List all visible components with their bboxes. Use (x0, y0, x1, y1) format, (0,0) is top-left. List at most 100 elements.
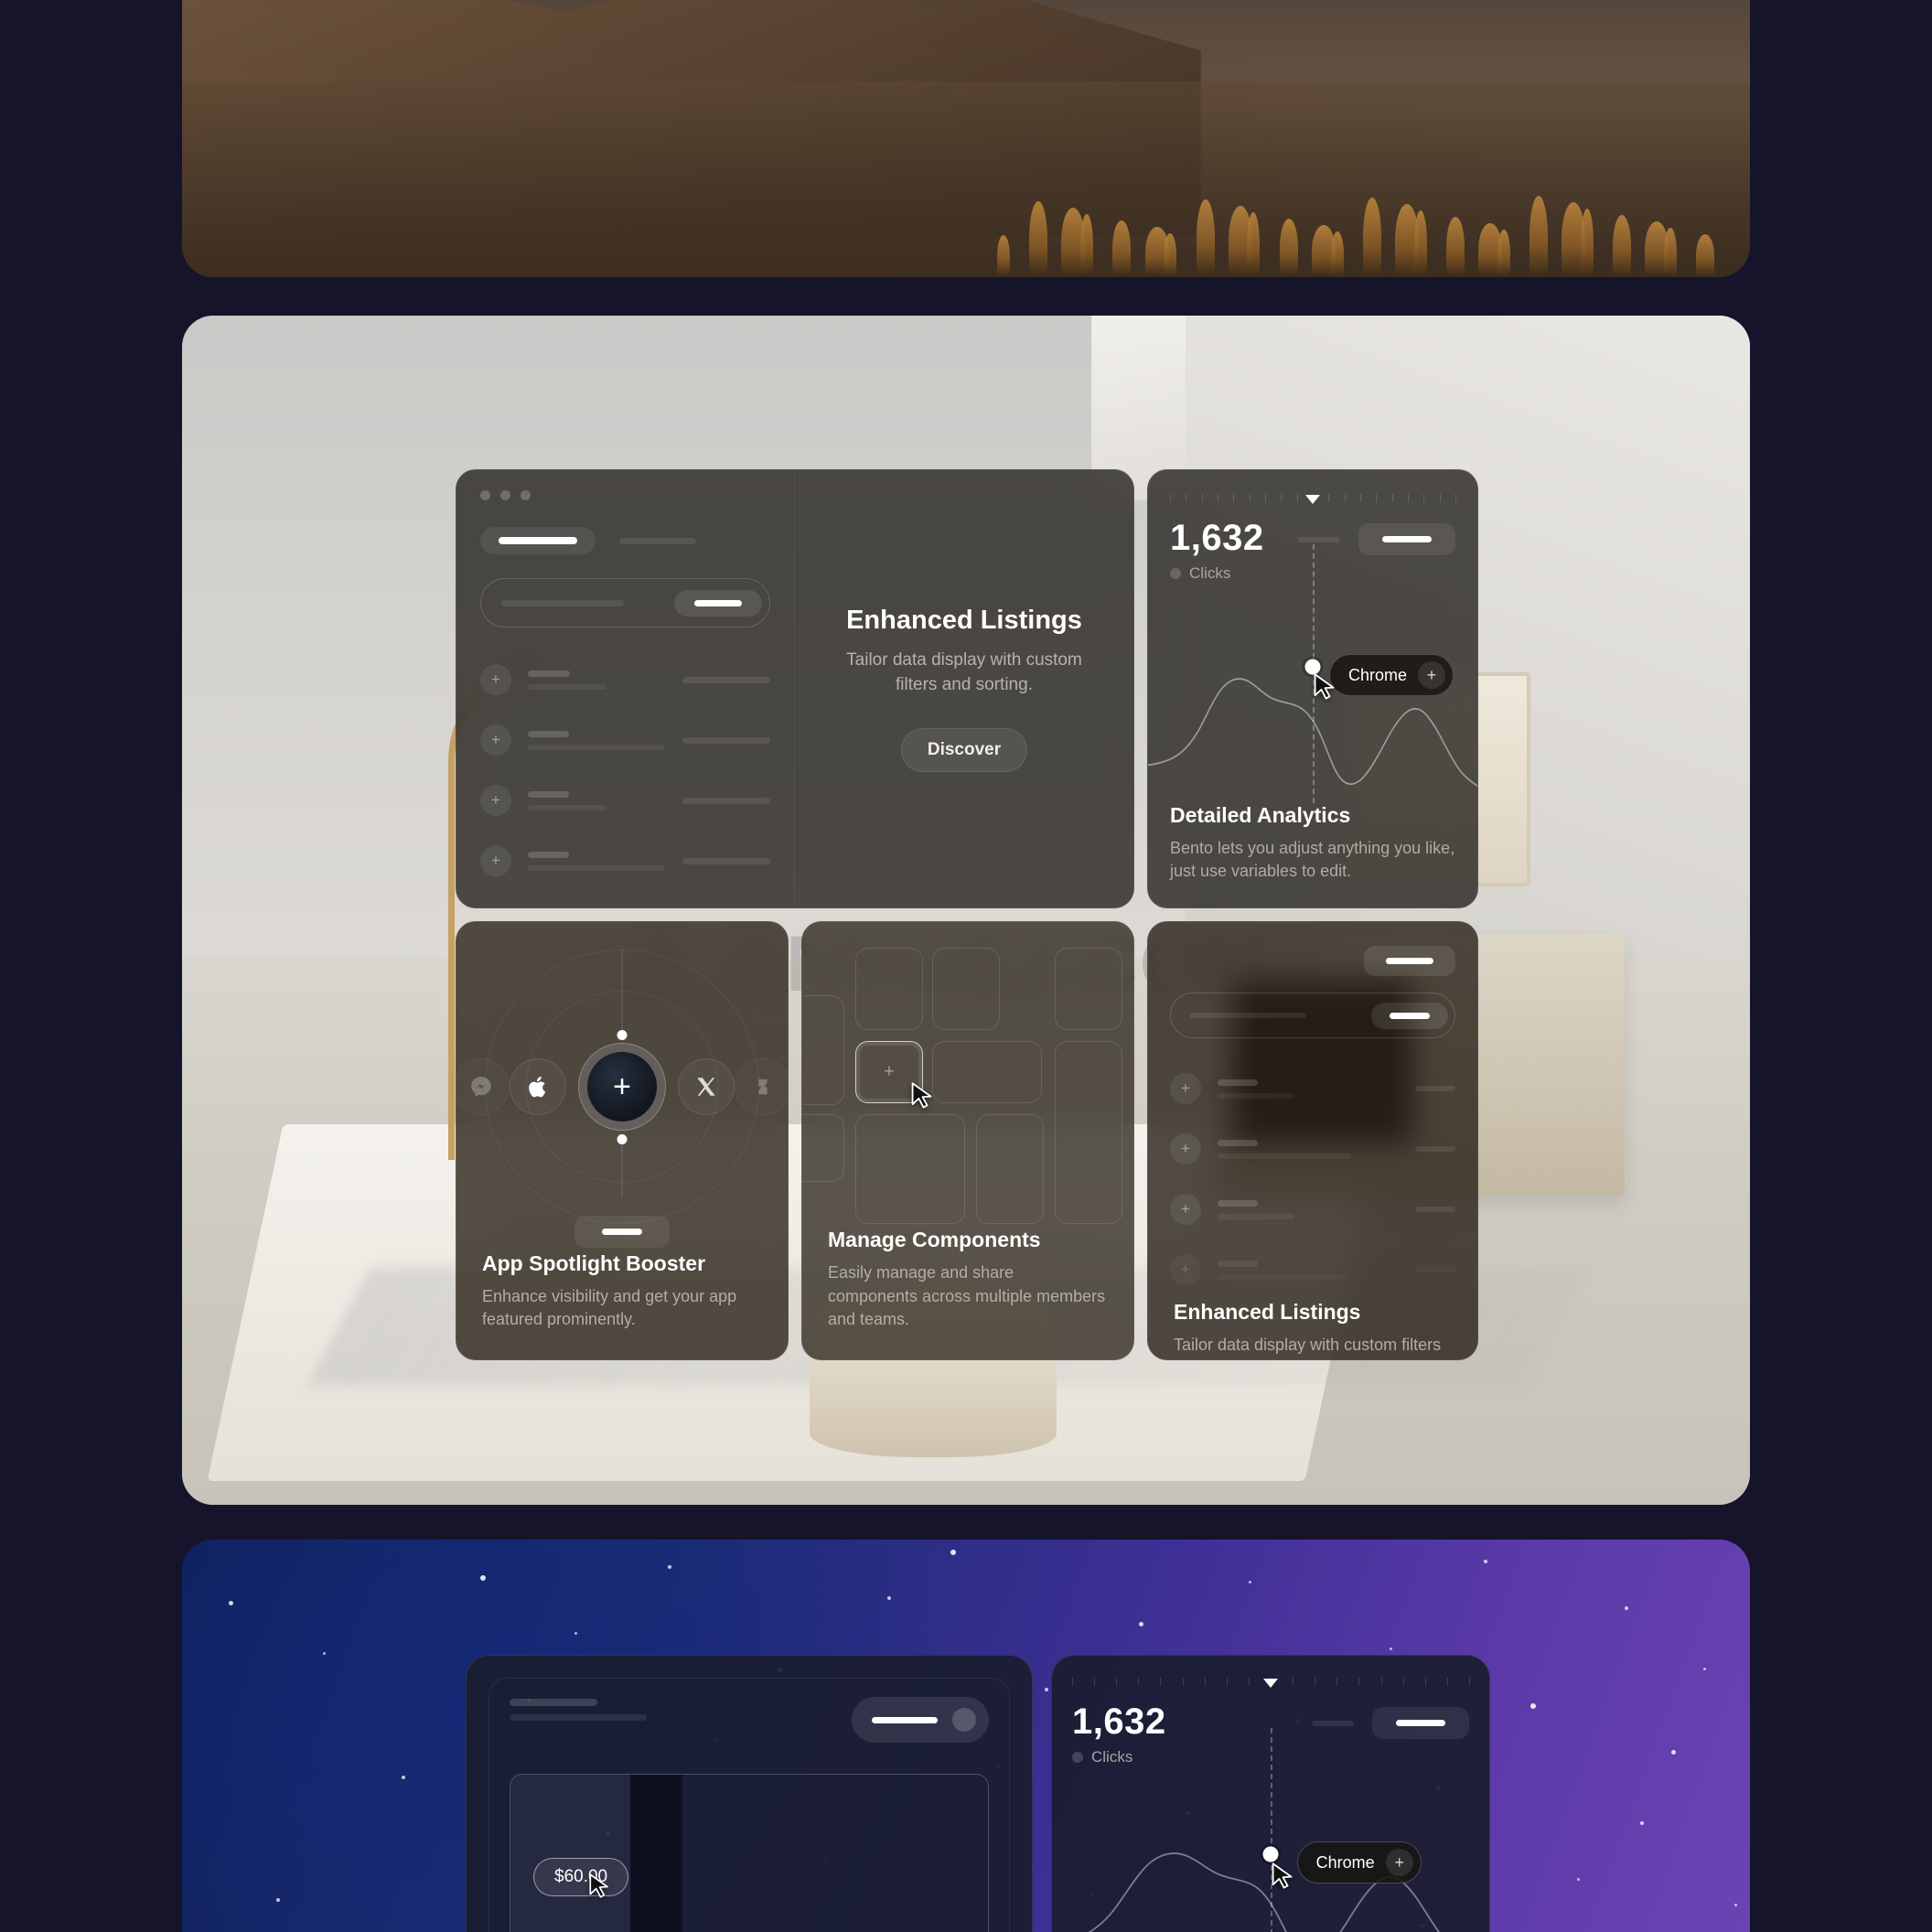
timeline-ruler[interactable] (1072, 1678, 1470, 1689)
orbit-action-tray[interactable] (574, 1216, 670, 1248)
card-description: Tailor data display with custom filters … (1174, 1336, 1442, 1359)
metric-label: Clicks (1091, 1748, 1133, 1766)
analytics-action-button[interactable] (1358, 523, 1455, 555)
metric-label-row: Clicks (1170, 564, 1264, 583)
list-item: + (1170, 1179, 1455, 1240)
plus-icon: + (480, 845, 511, 876)
series-dot-icon (1072, 1752, 1083, 1763)
bento-card-enhanced-listings-2[interactable]: + + + + Enhanced Listings Tailor data di… (1147, 921, 1478, 1360)
timeline-ruler[interactable] (1170, 494, 1456, 505)
mouse-cursor-icon (1314, 673, 1335, 700)
list-item: + (480, 831, 770, 891)
bento-card-detailed-analytics[interactable]: 1,632 Clicks Chrome + Detailed Analytics… (1147, 469, 1478, 908)
grid-cell[interactable] (855, 948, 923, 1030)
invoice-pane: $60.00 Paid (488, 1678, 1010, 1932)
card-description: Easily manage and share components acros… (828, 1263, 1106, 1329)
mockup-search-button-2[interactable] (1371, 1002, 1448, 1029)
starfield-section: $60.00 Paid 1,632 (182, 1540, 1750, 1932)
chrome-tooltip[interactable]: Chrome + (1296, 1841, 1422, 1884)
card-title: Enhanced Listings (1174, 1300, 1361, 1324)
bento-grid: + + + + Enhanced Listings Tailor data di… (456, 469, 1478, 1360)
mouse-cursor-icon (1272, 1862, 1293, 1889)
add-app-button[interactable]: + (587, 1052, 657, 1122)
grid-cell[interactable] (802, 1114, 844, 1182)
enhanced-listings-copy: Enhanced Listings Tailor data display wi… (795, 470, 1133, 907)
metric-value: 1,632 (1072, 1701, 1166, 1742)
plus-icon: + (1170, 1254, 1201, 1285)
invoice-preview-card[interactable]: $60.00 Paid (466, 1655, 1033, 1932)
grid-cell[interactable] (932, 1041, 1042, 1103)
mockup-action-button[interactable] (1364, 946, 1455, 976)
plus-icon: + (1170, 1133, 1201, 1165)
add-icon[interactable]: + (1418, 661, 1446, 689)
bento-card-enhanced-listings[interactable]: + + + + Enhanced Listings Tailor data di… (456, 469, 1134, 908)
card-title: Manage Components (828, 1228, 1041, 1252)
bento-card-manage-components[interactable]: Manage Components Easily manage and shar… (801, 921, 1134, 1360)
clicks-line-chart[interactable]: Chrome + (1148, 544, 1477, 803)
plus-icon: + (480, 664, 511, 695)
window-traffic-lights-icon (480, 490, 531, 500)
grid-cell[interactable] (1055, 1041, 1122, 1224)
orbit-node-top (617, 1030, 628, 1040)
list-item: + (480, 710, 770, 770)
bento-card-app-spotlight[interactable]: + App Spotlight Booster Enhance visibili… (456, 921, 789, 1360)
listings-app-mockup-2: + + + + (1148, 922, 1477, 1300)
plus-icon: + (1170, 1194, 1201, 1225)
bottom-card-row: $60.00 Paid 1,632 (182, 1540, 1750, 1932)
list-item: + (1170, 1240, 1455, 1300)
mockup-search-row (480, 578, 770, 628)
card-description: Tailor data display with custom filters … (846, 649, 1082, 694)
chrome-tooltip[interactable]: Chrome + (1329, 654, 1454, 696)
card-description: Bento lets you adjust anything you like,… (1170, 838, 1455, 881)
grid-cell[interactable] (1055, 948, 1122, 1030)
page-root: Plan, track, and manage projects with pr… (0, 0, 1932, 1932)
bento-bottom-pair: + App Spotlight Booster Enhance visibili… (456, 921, 1134, 1360)
apple-icon[interactable] (510, 1058, 566, 1115)
clicks-line-chart[interactable]: Chrome + (1052, 1728, 1489, 1932)
mouse-cursor-icon (911, 1082, 932, 1109)
metric-label: Clicks (1189, 564, 1231, 582)
grid-cell[interactable] (855, 1114, 965, 1224)
list-item: + (480, 649, 770, 710)
analytics-toolbar (1312, 1707, 1469, 1739)
metric-label-row: Clicks (1072, 1748, 1166, 1766)
chart-data-point[interactable] (1262, 1846, 1279, 1862)
series-dot-icon (1170, 568, 1181, 579)
card-title: Detailed Analytics (1170, 802, 1351, 827)
x-icon[interactable] (678, 1058, 735, 1115)
mockup-primary-chip (480, 527, 596, 554)
mockup-row-list: + + + + (480, 649, 770, 891)
orbit-connector-bottom (621, 1138, 623, 1197)
discover-button[interactable]: Discover (900, 728, 1028, 773)
messenger-icon[interactable] (456, 1058, 510, 1115)
analytics-copy: Detailed Analytics Bento lets you adjust… (1170, 803, 1455, 884)
mockup-search-row-2[interactable] (1170, 993, 1455, 1038)
top-hero-section: Plan, track, and manage projects with pr… (182, 0, 1750, 277)
toggle-knob[interactable] (952, 1708, 976, 1732)
plus-icon: + (480, 724, 511, 756)
listings-app-mockup: + + + + (456, 470, 795, 907)
tooltip-label: Chrome (1348, 665, 1408, 684)
grid-cell[interactable] (976, 1114, 1044, 1224)
bento-showcase-section: ANYUSJ.COM ® + (182, 316, 1750, 1505)
grid-cell[interactable] (802, 995, 844, 1105)
component-grid (802, 948, 1133, 1228)
card-title: Enhanced Listings (846, 605, 1082, 635)
mouse-cursor-icon (589, 1873, 608, 1898)
tooltip-label: Chrome (1315, 1852, 1375, 1872)
invoice-toggle[interactable] (852, 1697, 989, 1743)
app-spotlight-copy: App Spotlight Booster Enhance visibility… (456, 1251, 788, 1359)
plus-icon: + (1170, 1073, 1201, 1104)
manage-components-copy: Manage Components Easily manage and shar… (802, 1228, 1133, 1359)
analytics-action-button[interactable] (1372, 1707, 1469, 1739)
list-item: + (480, 770, 770, 831)
analytics-preview-card[interactable]: 1,632 Clicks Chrome + (1051, 1655, 1490, 1932)
amount-pill[interactable]: $60.00 (533, 1858, 629, 1896)
plus-icon: + (480, 785, 511, 816)
add-icon[interactable]: + (1385, 1849, 1413, 1876)
grid-cell[interactable] (932, 948, 1000, 1030)
mockup-row-list-2: + + + + (1170, 1058, 1455, 1300)
invoice-canvas[interactable] (510, 1774, 989, 1932)
deviantart-icon[interactable] (735, 1058, 788, 1115)
top-card-row: Plan, track, and manage projects with pr… (182, 0, 1750, 277)
